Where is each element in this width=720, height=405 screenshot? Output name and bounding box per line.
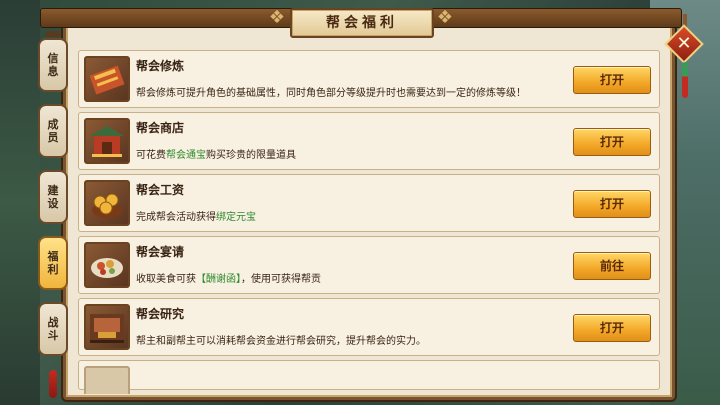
go-button[interactable]: 前往 [573,252,651,280]
tab-info[interactable]: 信 息 [38,38,68,92]
tab-tassel [49,370,57,398]
background-left [0,0,40,405]
shop-building-icon [84,118,130,164]
tab-welfare[interactable]: 福 利 [38,236,68,290]
tab-label: 福 利 [47,250,59,276]
row-desc: 收取美食可获【酬谢函】，使用可获得帮贡 [136,274,321,285]
row-title: 帮会工资 [136,183,185,197]
tab-battle[interactable]: 战 斗 [38,302,68,356]
row-desc: 帮主和副帮主可以消耗帮会资金进行帮会研究，提升帮会的实力。 [136,336,426,347]
list-item: 帮会商店 可花费帮会通宝购买珍贵的限量道具 打开 [78,112,660,170]
list-item: 帮会工资 完成帮会活动获得绑定元宝 打开 [78,174,660,232]
open-button[interactable]: 打开 [573,314,651,342]
tab-cap [46,31,60,37]
list-item [78,360,660,394]
page-title: 帮会福利 [326,15,398,31]
dragon-right-ornament-icon: ❖ [436,7,454,28]
banquet-dish-icon [84,242,130,288]
open-button[interactable]: 打开 [573,128,651,156]
tab-build[interactable]: 建 设 [38,170,68,224]
row-title: 帮会修炼 [136,59,185,73]
partial-item-icon [84,366,130,394]
close-tassel [682,62,688,98]
dragon-left-ornament-icon: ❖ [268,7,286,28]
list-item: 帮会修炼 帮会修炼可提升角色的基础属性，同时角色部分等级提升时也需要达到一定的修… [78,50,660,108]
welfare-list[interactable]: 帮会修炼 帮会修炼可提升角色的基础属性，同时角色部分等级提升时也需要达到一定的修… [78,50,660,394]
row-desc: 帮会修炼可提升角色的基础属性，同时角色部分等级提升时也需要达到一定的修炼等级！ [136,88,526,99]
open-button[interactable]: 打开 [573,190,651,218]
open-button[interactable]: 打开 [573,66,651,94]
tab-label: 成 员 [47,118,59,144]
row-title: 帮会宴请 [136,245,185,259]
row-title: 帮会研究 [136,307,185,321]
research-hall-icon [84,304,130,350]
tab-label: 信 息 [47,52,59,78]
tab-members[interactable]: 成 员 [38,104,68,158]
tab-label: 建 设 [47,184,59,210]
tab-label: 战 斗 [47,316,59,342]
title-plate: 帮会福利 [290,8,434,38]
close-icon: ✕ [676,33,692,54]
row-title: 帮会商店 [136,121,185,135]
row-desc: 完成帮会活动获得绑定元宝 [136,212,256,223]
row-desc: 可花费帮会通宝购买珍贵的限量道具 [136,150,296,161]
list-item: 帮会宴请 收取美食可获【酬谢函】，使用可获得帮贡 前往 [78,236,660,294]
gold-coins-icon [84,180,130,226]
list-item: 帮会研究 帮主和副帮主可以消耗帮会资金进行帮会研究，提升帮会的实力。 打开 [78,298,660,356]
scroll-book-icon [84,56,130,102]
